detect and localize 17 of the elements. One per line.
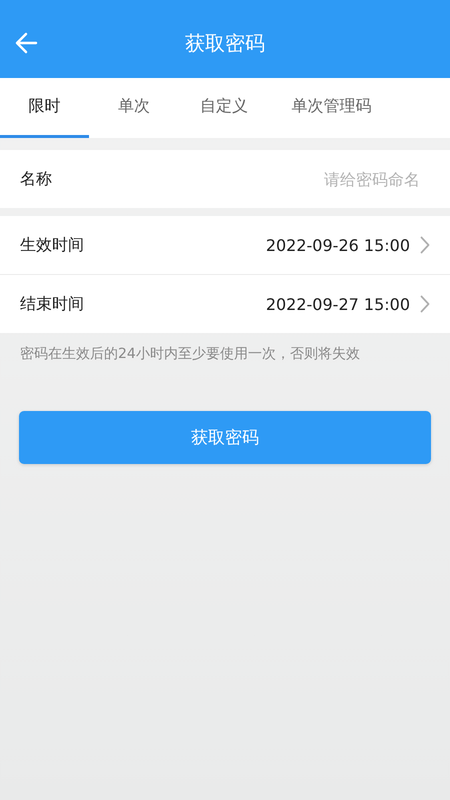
field-label: 名称 [20, 168, 52, 190]
name-input[interactable]: 请给密码命名 [290, 170, 420, 188]
tab[interactable]: 限时 [0, 78, 89, 138]
row-label: 生效时间 [20, 234, 84, 256]
page-title: 获取密码 [185, 30, 265, 56]
time-value[interactable]: 2022-09-26 15:00 [266, 236, 410, 254]
chevron-right-icon [420, 295, 430, 313]
tab[interactable]: 单次管理码 [269, 78, 394, 138]
hint-text: 密码在生效后的24小时内至少要使用一次，否则将失效 [20, 345, 361, 363]
chevron-right-icon [420, 236, 430, 254]
back-button[interactable] [14, 30, 40, 56]
tab[interactable]: 单次 [89, 78, 179, 138]
time-value[interactable]: 2022-09-27 15:00 [266, 294, 410, 314]
get-password-button[interactable]: 获取密码 [19, 411, 431, 464]
back-arrow-icon [14, 30, 40, 56]
tab[interactable]: 自定义 [179, 78, 269, 138]
row-label: 结束时间 [20, 294, 84, 314]
